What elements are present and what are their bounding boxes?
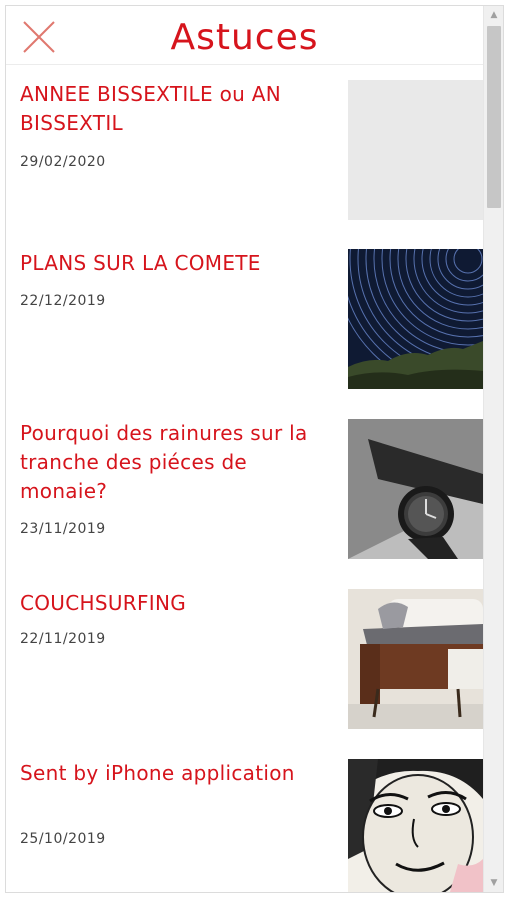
article-item[interactable]: ANNEE BISSEXTILE ou AN BISSEXTIL 29/02/2… <box>6 80 483 230</box>
article-title[interactable]: Pourquoi des rainures sur la tranche des… <box>20 419 320 506</box>
article-thumbnail[interactable] <box>348 249 483 389</box>
article-item[interactable]: Pourquoi des rainures sur la tranche des… <box>6 419 483 569</box>
header: Astuces <box>6 6 483 65</box>
article-item[interactable]: Sent by iPhone application 25/10/2019 <box>6 759 483 892</box>
article-title[interactable]: COUCHSURFING <box>20 589 320 618</box>
scrollbar[interactable]: ▲ ▼ <box>483 6 503 892</box>
article-date: 22/12/2019 <box>20 293 106 309</box>
page-title: Astuces <box>170 17 319 58</box>
star-trails-image <box>348 249 483 389</box>
article-item[interactable]: PLANS SUR LA COMETE 22/12/2019 <box>6 249 483 399</box>
couch-image <box>348 589 483 729</box>
article-item[interactable]: COUCHSURFING 22/11/2019 <box>6 589 483 739</box>
scroll-down-arrow[interactable]: ▼ <box>484 874 503 892</box>
wristwatch-image <box>348 419 483 559</box>
article-thumbnail[interactable] <box>348 759 483 892</box>
article-title[interactable]: PLANS SUR LA COMETE <box>20 249 320 278</box>
article-date: 23/11/2019 <box>20 521 106 537</box>
scrollbar-thumb[interactable] <box>487 26 501 208</box>
article-title[interactable]: ANNEE BISSEXTILE ou AN BISSEXTIL <box>20 80 320 138</box>
article-date: 25/10/2019 <box>20 831 106 847</box>
article-thumbnail[interactable] <box>348 80 483 220</box>
article-date: 22/11/2019 <box>20 631 106 647</box>
app-window: Astuces ANNEE BISSEXTILE ou AN BISSEXTIL… <box>5 5 504 893</box>
scroll-up-arrow[interactable]: ▲ <box>484 6 503 24</box>
article-title[interactable]: Sent by iPhone application <box>20 759 320 788</box>
article-date: 29/02/2020 <box>20 154 106 170</box>
article-thumbnail[interactable] <box>348 419 483 559</box>
face-illustration <box>348 759 483 892</box>
article-thumbnail[interactable] <box>348 589 483 729</box>
